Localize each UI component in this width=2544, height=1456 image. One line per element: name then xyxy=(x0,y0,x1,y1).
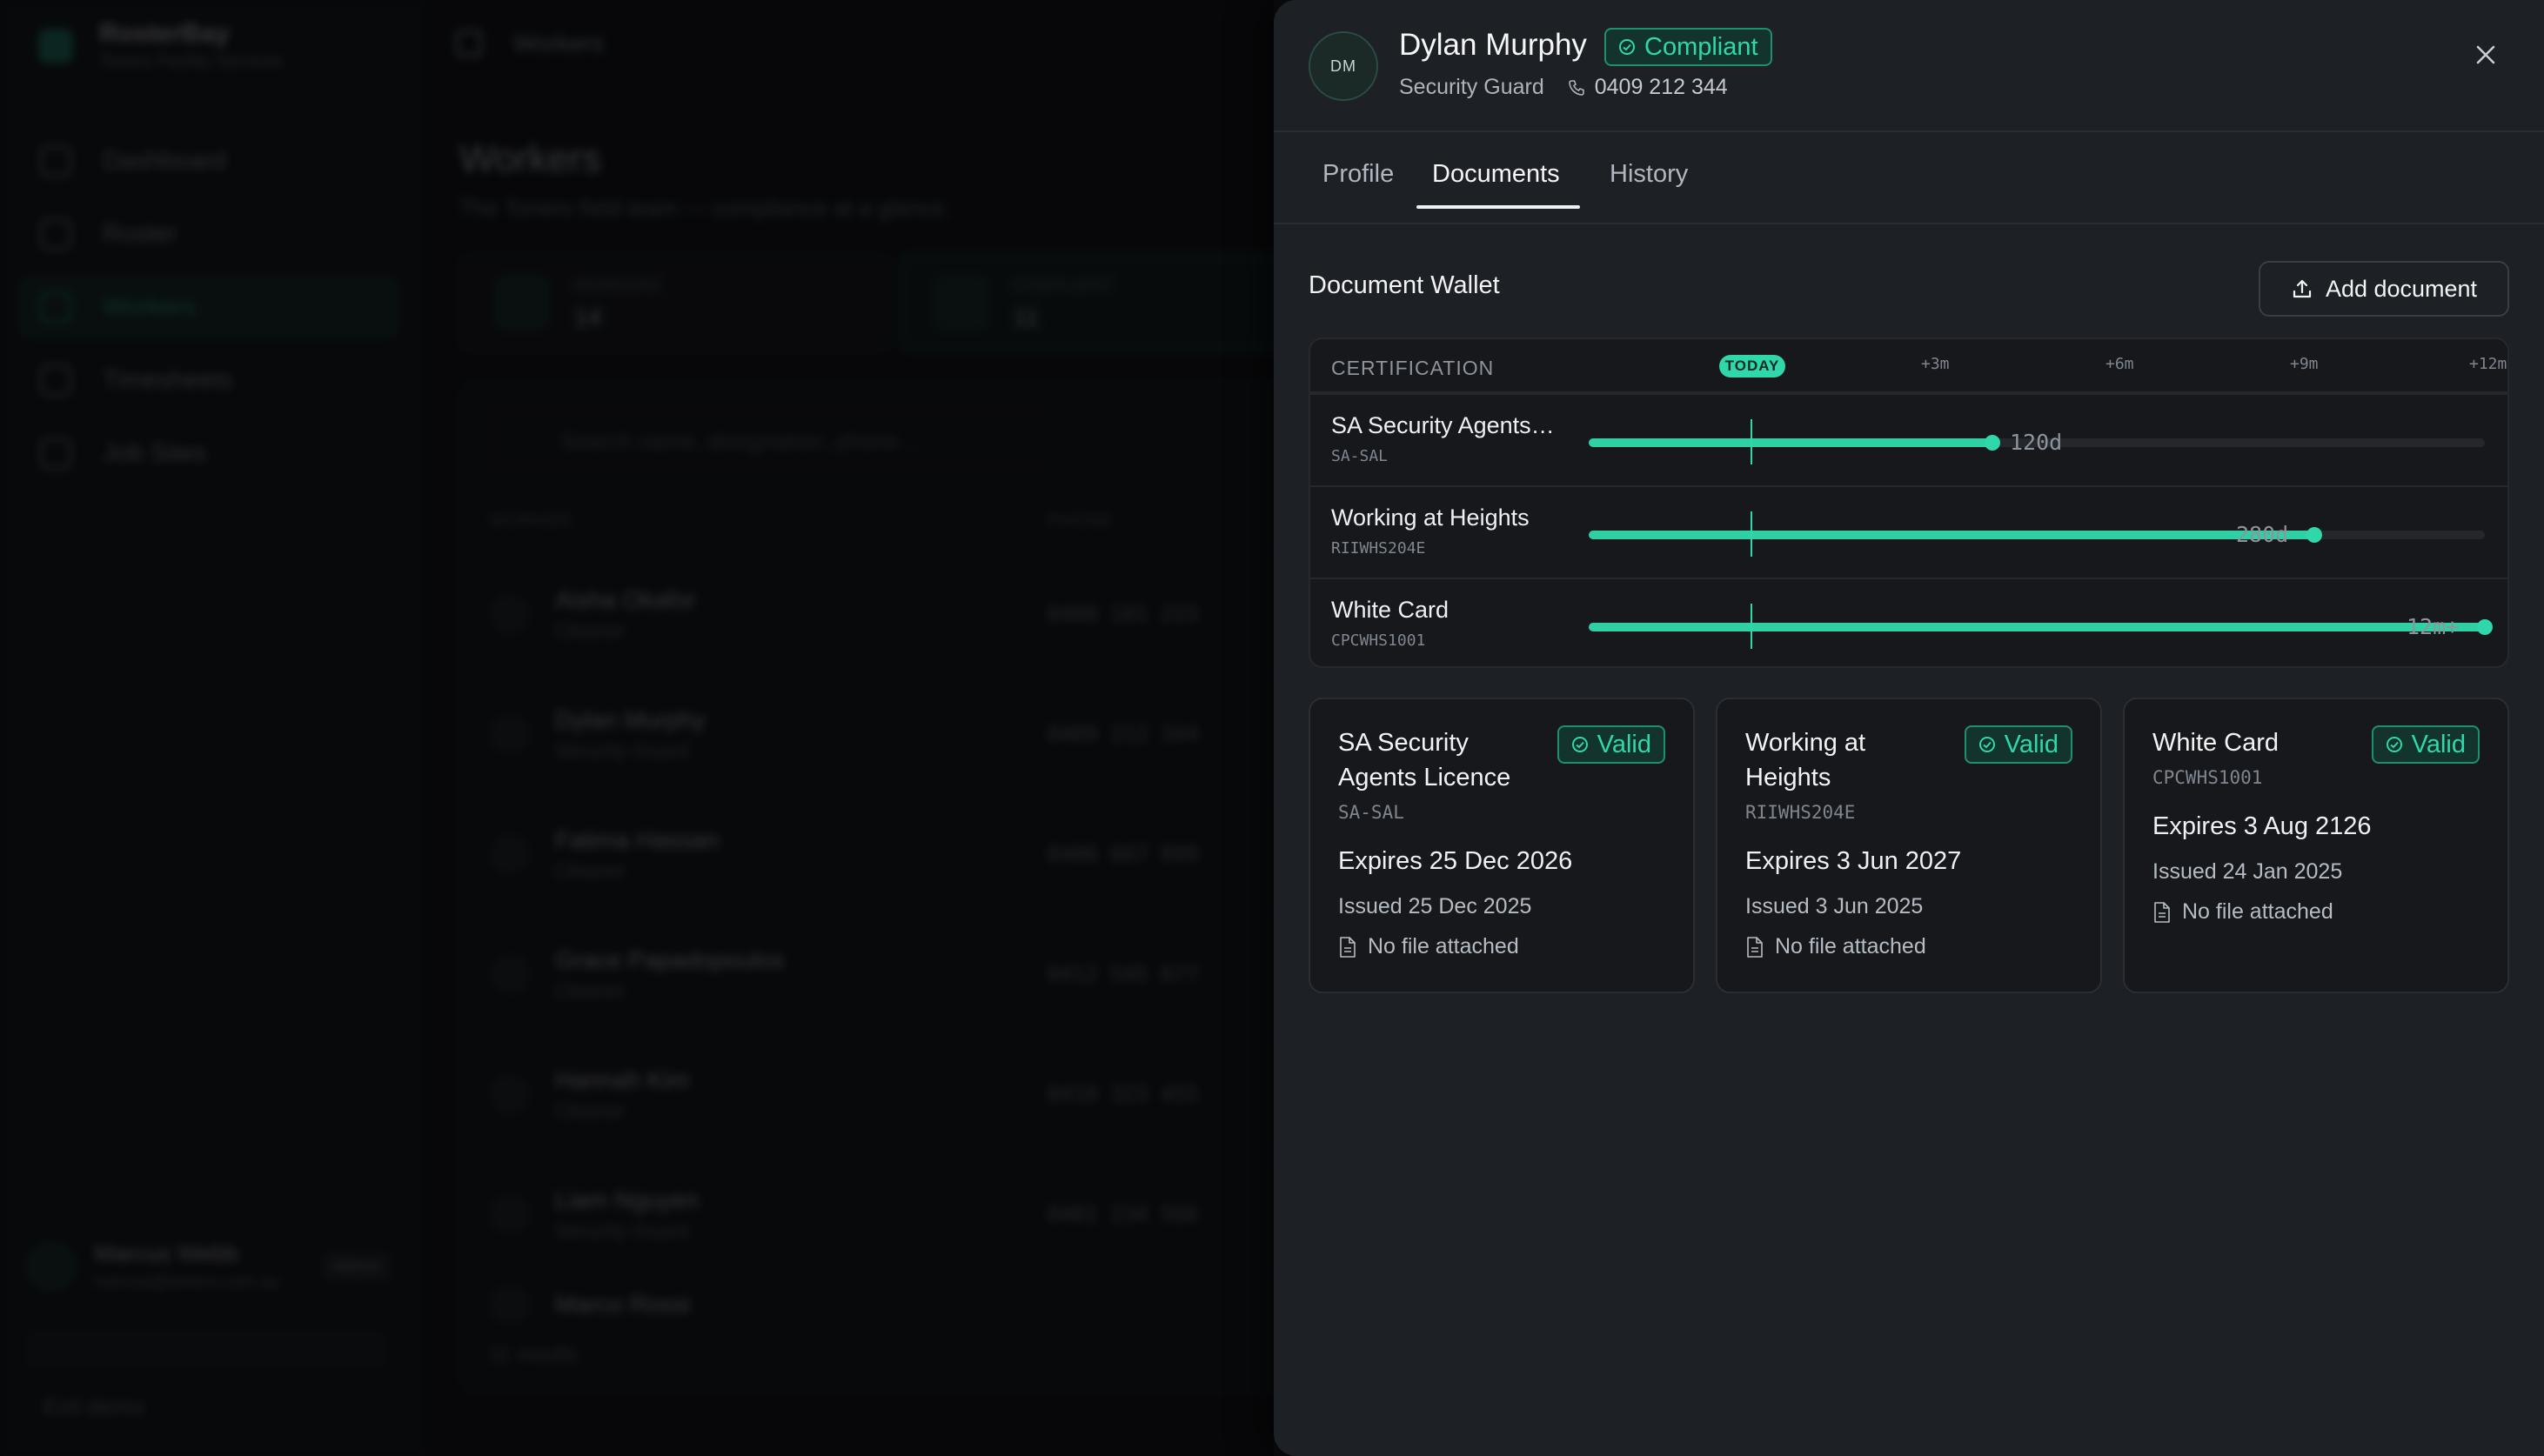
document-title: SA Security Agents Licence xyxy=(1338,729,1511,791)
today-marker-label: TODAY xyxy=(1719,355,1785,377)
timeline-tick: +9m xyxy=(2290,355,2319,373)
active-tab-indicator xyxy=(1416,205,1580,209)
check-circle-icon xyxy=(1571,737,1588,752)
document-code: CPCWHS1001 xyxy=(2152,767,2263,788)
tab-documents[interactable]: Documents xyxy=(1432,160,1560,189)
timeline-fill xyxy=(1589,531,2314,539)
avatar: DM xyxy=(1309,31,1378,101)
worker-designation: Security Guard xyxy=(1399,75,1544,99)
phone-icon xyxy=(1568,79,1584,96)
document-title: White Card xyxy=(2152,729,2280,757)
certification-code: RIIWHS204E xyxy=(1331,539,1426,558)
check-circle-icon xyxy=(1978,737,1995,752)
drawer-header: DM Dylan Murphy Compliant Security Guard… xyxy=(1274,0,2544,132)
add-document-button[interactable]: Add document xyxy=(2259,261,2509,317)
document-code: SA-SAL xyxy=(1338,802,1404,823)
status-badge-label: Valid xyxy=(2411,730,2466,758)
document-title: Working at Heights xyxy=(1745,729,1866,791)
today-line xyxy=(1751,511,1752,557)
document-issued: Issued 3 Jun 2025 xyxy=(1745,894,1924,918)
timeline-row[interactable]: Working at Heights RIIWHS204E 280d xyxy=(1310,485,2507,578)
tab-history[interactable]: History xyxy=(1610,160,1688,189)
worker-meta: Security Guard 0409 212 344 xyxy=(1399,75,1728,100)
timeline-row[interactable]: SA Security Agents… SA-SAL 120d xyxy=(1310,393,2507,485)
file-icon xyxy=(1340,936,1356,958)
document-file-status: No file attached xyxy=(2152,899,2333,925)
status-badge: Valid xyxy=(2371,725,2480,764)
document-card[interactable]: Working at Heights Valid RIIWHS204E Expi… xyxy=(1716,698,2102,993)
certification-name: Working at Heights xyxy=(1331,504,1530,531)
overlay-backdrop[interactable] xyxy=(0,0,1274,1456)
timeline-header: CERTIFICATION TODAY +3m +6m +9m +12m xyxy=(1310,339,2507,393)
certification-name: SA Security Agents… xyxy=(1331,412,1555,438)
expiry-marker xyxy=(2306,527,2322,543)
status-badge-label: Compliant xyxy=(1644,32,1758,61)
check-circle-icon xyxy=(2386,737,2402,752)
days-remaining: 120d xyxy=(2010,430,2063,455)
timeline-tick: +6m xyxy=(2105,355,2134,373)
file-status-label: No file attached xyxy=(1775,934,1926,958)
file-icon xyxy=(1747,936,1763,958)
timeline-tick: +3m xyxy=(1921,355,1950,373)
file-status-label: No file attached xyxy=(2182,899,2333,924)
drawer-tabs: Profile Documents History xyxy=(1274,132,2544,224)
status-badge: Valid xyxy=(1557,725,1665,764)
worker-drawer: DM Dylan Murphy Compliant Security Guard… xyxy=(1274,0,2544,1456)
document-card[interactable]: SA Security Agents Licence Valid SA-SAL … xyxy=(1309,698,1695,993)
days-remaining: 280d xyxy=(2236,522,2289,547)
certification-name: White Card xyxy=(1331,597,1449,623)
timeline-row[interactable]: White Card CPCWHS1001 12m+ xyxy=(1310,578,2507,666)
status-badge-label: Valid xyxy=(1597,730,1651,758)
expiry-marker xyxy=(1985,435,2000,451)
document-file-status: No file attached xyxy=(1745,934,1926,959)
document-expiry: Expires 3 Jun 2027 xyxy=(1745,847,1962,875)
timeline-header-label: CERTIFICATION xyxy=(1331,357,1495,379)
file-icon xyxy=(2154,901,2170,923)
file-status-label: No file attached xyxy=(1368,934,1519,958)
worker-name: Dylan Murphy xyxy=(1399,28,1587,62)
status-badge: Valid xyxy=(1964,725,2072,764)
document-expiry: Expires 25 Dec 2026 xyxy=(1338,847,1573,875)
tab-profile[interactable]: Profile xyxy=(1322,160,1394,189)
document-card[interactable]: White Card Valid CPCWHS1001 Expires 3 Au… xyxy=(2123,698,2509,993)
add-document-label: Add document xyxy=(2325,275,2478,302)
timeline-fill xyxy=(1589,623,2485,631)
timeline-tick: +12m xyxy=(2469,355,2507,373)
timeline-fill xyxy=(1589,438,1992,447)
worker-phone-number: 0409 212 344 xyxy=(1594,75,1728,99)
certification-code: CPCWHS1001 xyxy=(1331,631,1426,650)
document-expiry: Expires 3 Aug 2126 xyxy=(2152,812,2372,840)
status-badge: Compliant xyxy=(1604,28,1772,66)
today-line xyxy=(1751,419,1752,464)
today-line xyxy=(1751,604,1752,649)
status-badge-label: Valid xyxy=(2004,730,2059,758)
certification-code: SA-SAL xyxy=(1331,447,1389,465)
document-code: RIIWHS204E xyxy=(1745,802,1856,823)
check-circle-icon xyxy=(1619,39,1635,55)
document-file-status: No file attached xyxy=(1338,934,1519,959)
close-icon[interactable] xyxy=(2471,40,2500,70)
section-title: Document Wallet xyxy=(1309,271,1500,299)
upload-icon xyxy=(2293,279,2312,298)
document-issued: Issued 25 Dec 2025 xyxy=(1338,894,1532,918)
document-issued: Issued 24 Jan 2025 xyxy=(2152,859,2343,884)
certification-timeline: CERTIFICATION TODAY +3m +6m +9m +12m SA … xyxy=(1309,337,2509,668)
days-remaining: 12m+ xyxy=(2407,614,2460,639)
expiry-marker xyxy=(2477,619,2493,635)
worker-phone: 0409 212 344 xyxy=(1567,75,1728,100)
